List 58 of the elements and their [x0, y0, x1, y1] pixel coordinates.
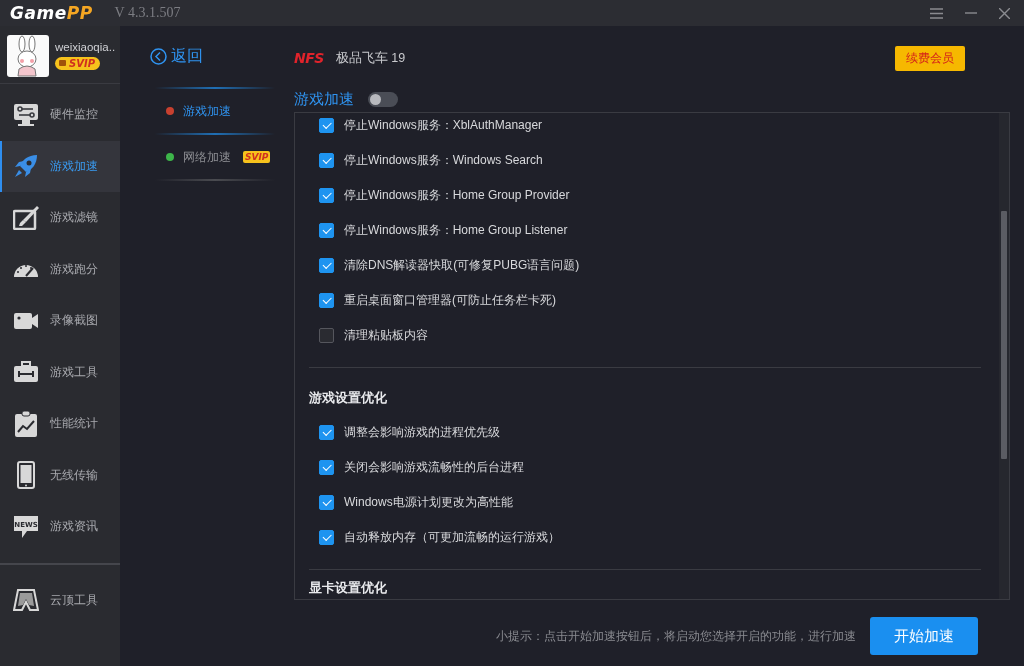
chart-clipboard-icon: [14, 409, 38, 438]
video-camera-icon: [13, 311, 39, 330]
user-name: weixiaoqia..: [55, 40, 116, 53]
checkbox[interactable]: [319, 118, 334, 133]
toolbox-icon: [13, 361, 39, 384]
checkbox[interactable]: [319, 293, 334, 308]
checkbox[interactable]: [319, 188, 334, 203]
tablet-icon: [17, 461, 35, 490]
option-label: 清理粘贴板内容: [344, 327, 428, 344]
option-label: 停止Windows服务：Home Group Listener: [344, 222, 568, 239]
sidebar-item[interactable]: 云顶工具: [0, 574, 120, 626]
sidebar-item[interactable]: 硬件监控: [0, 89, 120, 141]
option-label: 停止Windows服务：Home Group Provider: [344, 187, 570, 204]
option-label: 停止Windows服务：Windows Search: [344, 152, 543, 169]
version-label: V 4.3.1.507: [114, 5, 181, 21]
subnav-tab[interactable]: 游戏加速: [155, 89, 231, 133]
game-logo: NFS: [294, 50, 324, 66]
svip-badge: SVIP: [55, 56, 100, 70]
app-logo: GamePP: [10, 3, 93, 23]
section-heading: 显卡设置优化: [309, 580, 387, 595]
option-label: 关闭会影响游戏流畅性的后台进程: [344, 459, 524, 476]
game-title: 极品飞车 19: [335, 49, 406, 67]
checkbox[interactable]: [319, 258, 334, 273]
subnav-tab[interactable]: 网络加速 SVIP: [155, 135, 271, 179]
sidebar-item[interactable]: 游戏工具: [0, 346, 120, 398]
checkbox[interactable]: [319, 460, 334, 475]
back-button[interactable]: 返回: [150, 46, 203, 67]
menu-icon[interactable]: [930, 7, 943, 19]
hint-text: 小提示：点击开始加速按钮后，将启动您选择开启的功能，进行加速: [496, 627, 856, 645]
paintbrush-icon: [13, 205, 39, 230]
start-button[interactable]: 开始加速: [870, 617, 978, 655]
option-label: 调整会影响游戏的进程优先级: [344, 424, 500, 441]
sidebar-item[interactable]: 游戏跑分: [0, 243, 120, 295]
monitor-icon: [13, 102, 39, 127]
checkbox[interactable]: [319, 530, 334, 545]
checkbox[interactable]: [319, 425, 334, 440]
sidebar-item[interactable]: 无线传输: [0, 449, 120, 501]
section-heading: 游戏设置优化: [309, 390, 387, 405]
rocket-icon: [13, 153, 39, 180]
arch-icon: [13, 589, 39, 612]
checkbox[interactable]: [319, 223, 334, 238]
checkbox[interactable]: [319, 495, 334, 510]
toggle-switch[interactable]: [368, 91, 398, 107]
acceleration-label: 游戏加速: [294, 89, 354, 109]
sidebar-item[interactable]: 录像截图: [0, 295, 120, 347]
checkbox[interactable]: [319, 328, 334, 343]
sidebar-item[interactable]: 游戏加速: [0, 140, 120, 192]
option-label: 停止Windows服务：XblAuthManager: [344, 117, 543, 134]
sidebar-item[interactable]: 游戏滤镜: [0, 192, 120, 244]
close-icon[interactable]: [999, 7, 1010, 19]
checkbox[interactable]: [319, 153, 334, 168]
option-label: 清除DNS解读器快取(可修复PUBG语言问题): [344, 257, 580, 274]
sidebar-item[interactable]: 性能统计: [0, 398, 120, 450]
avatar[interactable]: [7, 34, 49, 77]
scrollbar[interactable]: [999, 113, 1009, 599]
option-label: 自动释放内存（可更加流畅的运行游戏）: [344, 529, 560, 546]
option-label: Windows电源计划更改为高性能: [344, 494, 513, 511]
option-label: 重启桌面窗口管理器(可防止任务栏卡死): [344, 292, 556, 309]
